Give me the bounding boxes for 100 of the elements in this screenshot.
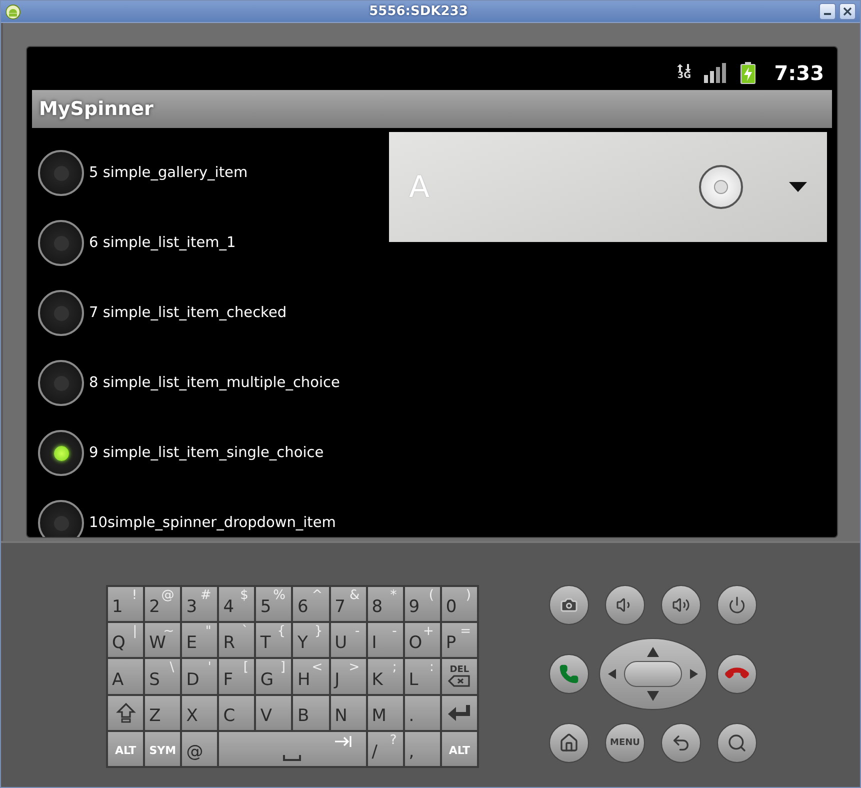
window-title: 5556:SDK233 bbox=[368, 4, 469, 19]
signal-icon bbox=[704, 62, 728, 82]
key-label: 5 bbox=[260, 598, 272, 616]
option-label: 7 simple_list_item_checked bbox=[89, 305, 287, 321]
key-label: U bbox=[334, 634, 348, 652]
enter-icon bbox=[446, 702, 472, 723]
dpad-center-button[interactable] bbox=[624, 661, 682, 687]
keyboard-key[interactable]: X bbox=[182, 696, 218, 730]
keyboard-key[interactable]: Y } bbox=[293, 623, 329, 658]
keyboard-key[interactable]: E " bbox=[182, 623, 218, 658]
home-icon bbox=[559, 733, 579, 753]
down-arrow-icon[interactable] bbox=[647, 691, 659, 701]
keyboard-key[interactable]: 3 # bbox=[182, 587, 218, 622]
delete-key[interactable]: DEL bbox=[442, 659, 477, 694]
option-label: 8 simple_list_item_multiple_choice bbox=[89, 375, 340, 391]
radio-button[interactable] bbox=[38, 430, 84, 476]
key-label: 3 bbox=[186, 598, 198, 616]
radio-button[interactable] bbox=[38, 360, 84, 406]
keyboard-key[interactable]: B bbox=[293, 696, 329, 730]
end-call-button[interactable] bbox=[717, 654, 757, 694]
keyboard-key[interactable]: 6 ^ bbox=[293, 587, 329, 622]
keyboard-key[interactable]: Z bbox=[145, 696, 180, 730]
space-key[interactable] bbox=[219, 732, 366, 766]
up-arrow-icon[interactable] bbox=[647, 647, 659, 657]
keyboard-key[interactable]: N bbox=[330, 696, 366, 730]
keyboard-key[interactable]: SYM bbox=[145, 732, 180, 766]
keyboard-key[interactable]: @ bbox=[182, 732, 218, 766]
keyboard-key[interactable]: L : bbox=[404, 659, 440, 694]
keyboard-key[interactable]: S \ bbox=[145, 659, 180, 694]
alt-symbol: = bbox=[460, 625, 471, 640]
alt-symbol: | bbox=[132, 625, 138, 640]
keyboard-key[interactable]: ALT bbox=[108, 732, 144, 766]
keyboard-key[interactable]: V bbox=[256, 696, 292, 730]
android-icon bbox=[5, 4, 21, 20]
key-label: 8 bbox=[372, 598, 383, 616]
alt-symbol: - bbox=[392, 625, 397, 640]
dropdown-caret-icon bbox=[789, 182, 807, 192]
key-label: D bbox=[186, 670, 200, 689]
keyboard-key[interactable]: 1 ! bbox=[108, 587, 144, 622]
key-label: @ bbox=[186, 743, 204, 761]
keyboard-key[interactable]: / ? bbox=[368, 732, 403, 766]
app-title: MySpinner bbox=[39, 98, 154, 120]
radio-button[interactable] bbox=[38, 150, 84, 196]
keyboard-key[interactable]: G ] bbox=[256, 659, 292, 694]
keyboard-key[interactable]: K ; bbox=[368, 659, 403, 694]
keyboard-key[interactable]: 7 & bbox=[330, 587, 366, 622]
keyboard-key[interactable]: 0 ) bbox=[442, 587, 477, 622]
alt-symbol: $ bbox=[240, 589, 248, 603]
volume-up-button[interactable] bbox=[661, 585, 701, 625]
key-label: I bbox=[372, 634, 377, 652]
keyboard-key[interactable]: 9 ( bbox=[404, 587, 440, 622]
keyboard-key[interactable]: 5 % bbox=[256, 587, 292, 622]
key-label: 0 bbox=[446, 598, 457, 616]
key-label: C bbox=[223, 706, 236, 725]
keyboard-key[interactable]: F [ bbox=[219, 659, 254, 694]
alt-symbol: \ bbox=[170, 661, 174, 676]
keyboard-key[interactable]: C bbox=[219, 696, 254, 730]
keyboard-key[interactable]: U - bbox=[330, 623, 366, 658]
shift-key[interactable] bbox=[108, 696, 144, 730]
keyboard-key[interactable]: R ` bbox=[219, 623, 254, 658]
keyboard-key[interactable]: A bbox=[108, 659, 144, 694]
radio-button[interactable] bbox=[38, 220, 84, 266]
minimize-button[interactable] bbox=[819, 3, 836, 20]
keyboard-key[interactable]: H < bbox=[293, 659, 329, 694]
keyboard-key[interactable]: M bbox=[368, 696, 403, 730]
key-label: W bbox=[149, 634, 166, 652]
radio-icon bbox=[699, 165, 743, 209]
keyboard-key[interactable]: Q | bbox=[108, 623, 144, 658]
key-label: S bbox=[149, 670, 160, 689]
keyboard-key[interactable]: , bbox=[404, 732, 440, 766]
keyboard-key[interactable]: 8 * bbox=[368, 587, 403, 622]
radio-button[interactable] bbox=[38, 290, 84, 336]
close-button[interactable] bbox=[839, 3, 856, 20]
search-button[interactable] bbox=[717, 723, 757, 763]
keyboard-key[interactable]: W ~ bbox=[145, 623, 180, 658]
menu-button[interactable]: MENU bbox=[605, 723, 645, 763]
keyboard-key[interactable]: P = bbox=[442, 623, 477, 658]
keyboard-key[interactable]: 2 @ bbox=[145, 587, 180, 622]
back-button[interactable] bbox=[661, 723, 701, 763]
keyboard-key[interactable]: 4 $ bbox=[219, 587, 254, 622]
keyboard-key[interactable]: O + bbox=[404, 623, 440, 658]
alt-symbol: ) bbox=[466, 589, 471, 603]
enter-key[interactable] bbox=[442, 696, 477, 730]
keyboard-key[interactable]: I - bbox=[368, 623, 403, 658]
call-button[interactable] bbox=[549, 654, 589, 694]
keyboard-key[interactable]: . bbox=[404, 696, 440, 730]
key-label: 7 bbox=[334, 598, 346, 616]
camera-button[interactable] bbox=[549, 585, 589, 625]
alt-symbol: - bbox=[354, 625, 360, 640]
keyboard-key[interactable]: T { bbox=[256, 623, 292, 658]
power-button[interactable] bbox=[717, 585, 757, 625]
volume-down-button[interactable] bbox=[605, 585, 645, 625]
radio-button[interactable] bbox=[38, 500, 84, 537]
keyboard-key[interactable]: J > bbox=[330, 659, 366, 694]
home-button[interactable] bbox=[549, 723, 589, 763]
alt-symbol: ` bbox=[242, 625, 248, 640]
keyboard-key[interactable]: D ' bbox=[182, 659, 218, 694]
key-label: Q bbox=[112, 634, 126, 652]
keyboard-key[interactable]: ALT bbox=[442, 732, 477, 766]
alt-symbol: < bbox=[312, 661, 323, 676]
